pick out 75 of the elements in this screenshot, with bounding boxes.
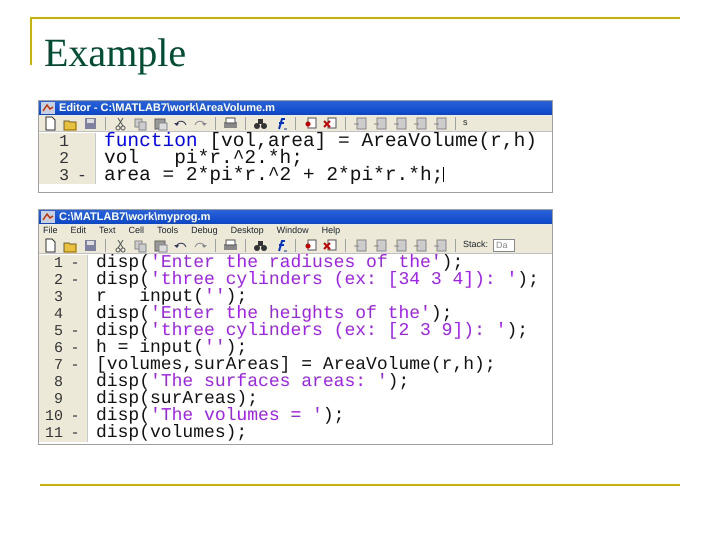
clipboard-icon[interactable] <box>153 116 168 130</box>
breakpoint-dash[interactable]: - <box>63 255 87 272</box>
scissors-icon[interactable] <box>113 116 128 130</box>
code-line: disp(volumes); <box>95 425 248 442</box>
line-number: 9 <box>52 391 63 408</box>
printer-icon[interactable] <box>223 116 238 130</box>
line-number: 3 <box>58 167 69 184</box>
code-line: vol pi*r.^2.*h; <box>103 150 303 167</box>
stack-field[interactable]: Da <box>493 238 516 252</box>
breakpoint-dash[interactable]: - <box>63 340 87 357</box>
breakpoint-dash[interactable]: - <box>63 408 87 425</box>
stack-label: Stack: <box>463 238 488 252</box>
line-number: 1 <box>52 255 63 272</box>
page-icon[interactable] <box>413 116 428 130</box>
code-line: area = 2*pi*r.^2 + 2*pi*r.*h; <box>103 167 444 184</box>
toolbar-label: s <box>463 116 468 130</box>
breakpoint-icon[interactable] <box>303 116 318 130</box>
app-icon <box>41 102 55 114</box>
line-number: 4 <box>52 306 63 323</box>
line-number: 8 <box>52 374 63 391</box>
line-number: 3 <box>52 289 63 306</box>
clear-breakpoint-icon[interactable] <box>323 238 338 252</box>
code-line: disp(surAreas); <box>95 391 258 408</box>
window-title: Editor - C:\MATLAB7\work\AreaVolume.m <box>59 101 275 115</box>
page-icon[interactable] <box>353 238 368 252</box>
menu-item[interactable]: Window <box>276 225 309 236</box>
menu-item[interactable]: Help <box>322 225 340 236</box>
code-line: h = input(''); <box>95 340 248 357</box>
page-icon[interactable] <box>413 238 428 252</box>
line-number: 7 <box>52 357 63 374</box>
breakpoint-dash[interactable]: - <box>69 167 95 184</box>
line-number: 2 <box>58 150 69 167</box>
code-line: disp('The volumes = '); <box>95 408 344 425</box>
breakpoint-dash[interactable]: - <box>63 323 87 340</box>
line-number: 5 <box>52 323 63 340</box>
page-icon[interactable] <box>433 116 448 130</box>
code-line: [volumes,surAreas] = AreaVolume(r,h); <box>95 357 496 374</box>
window-title: C:\MATLAB7\work\myprog.m <box>59 210 210 224</box>
copy-icon[interactable] <box>133 238 148 252</box>
code-line: disp('three cylinders (ex: [2 3 9]): '); <box>95 323 528 340</box>
page-icon[interactable] <box>373 238 388 252</box>
line-number: 10 <box>44 408 63 425</box>
code-line: disp('Enter the radiuses of the'); <box>95 255 464 272</box>
page-icon[interactable] <box>373 116 388 130</box>
breakpoint-dash[interactable]: - <box>63 272 87 289</box>
page-icon[interactable] <box>353 116 368 130</box>
menu-item[interactable]: File <box>43 225 58 236</box>
menu-item[interactable]: Text <box>99 225 116 236</box>
menu-item[interactable]: Debug <box>191 225 218 236</box>
line-number: 11 <box>44 425 63 442</box>
menu-item[interactable]: Edit <box>70 225 86 236</box>
copy-icon[interactable] <box>133 116 148 130</box>
scissors-icon[interactable] <box>113 238 128 252</box>
menu-item[interactable]: Cell <box>128 225 144 236</box>
breakpoint-icon[interactable] <box>303 238 318 252</box>
clear-breakpoint-icon[interactable] <box>323 116 338 130</box>
code-line: disp('The surfaces areas: '); <box>95 374 410 391</box>
line-number: 6 <box>52 340 63 357</box>
slide-title: Example <box>43 29 188 77</box>
page-icon[interactable] <box>393 238 408 252</box>
code-line: disp('Enter the heights of the'); <box>95 306 452 323</box>
breakpoint-dash[interactable]: - <box>63 357 87 374</box>
breakpoint-dash[interactable]: - <box>63 425 87 442</box>
menu-item[interactable]: Tools <box>157 225 178 236</box>
code-line: r input(''); <box>95 289 248 306</box>
line-number: 2 <box>52 272 63 289</box>
line-number: 1 <box>58 133 69 150</box>
app-icon <box>41 211 55 223</box>
code-line: disp('three cylinders (ex: [34 3 4]): '); <box>95 272 539 289</box>
page-icon[interactable] <box>433 238 448 252</box>
code-line: function [vol,area] = AreaVolume(r,h) <box>103 133 537 150</box>
clipboard-icon[interactable] <box>153 238 168 252</box>
printer-icon[interactable] <box>223 238 238 252</box>
page-icon[interactable] <box>393 116 408 130</box>
menu-item[interactable]: Desktop <box>230 225 264 236</box>
